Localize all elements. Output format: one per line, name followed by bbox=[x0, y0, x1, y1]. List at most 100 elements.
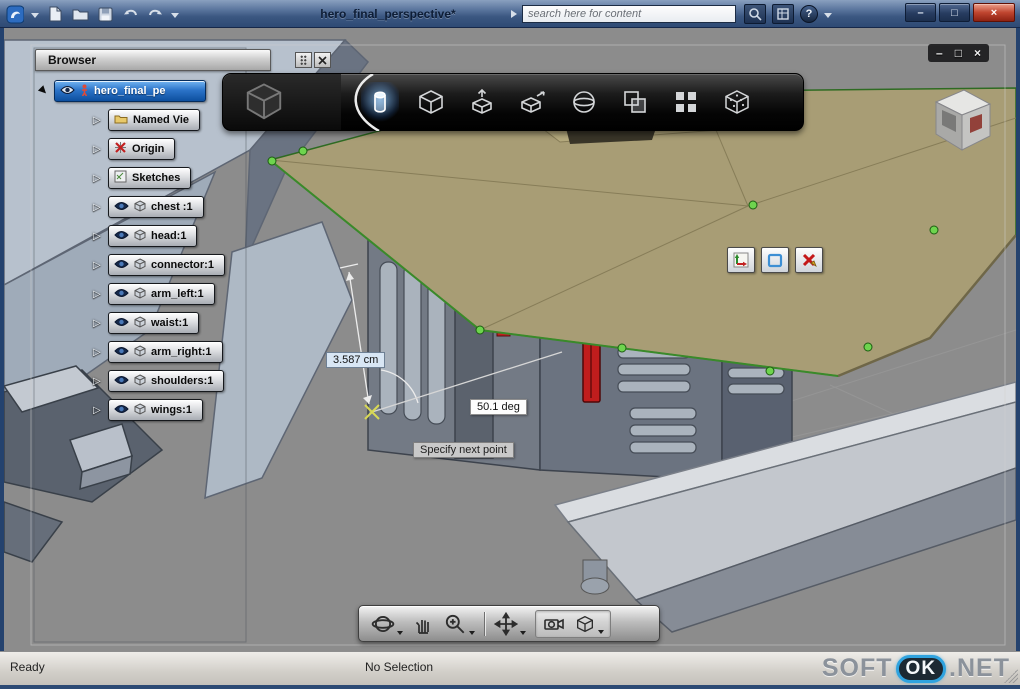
combine-tool-button[interactable] bbox=[616, 82, 654, 122]
app-menu-dropdown-icon[interactable] bbox=[31, 12, 39, 18]
eye-icon[interactable] bbox=[114, 259, 129, 272]
expand-arrow-icon[interactable]: ▷ bbox=[93, 347, 103, 358]
finish-sketch-button[interactable] bbox=[795, 247, 823, 273]
expand-arrow-icon[interactable]: ▷ bbox=[93, 405, 103, 416]
expand-arrow-icon[interactable]: ▷ bbox=[93, 144, 103, 155]
expand-arrow-icon[interactable]: ▷ bbox=[93, 173, 103, 184]
expand-arrow-icon[interactable]: ▷ bbox=[93, 260, 103, 271]
help-dropdown-icon[interactable] bbox=[824, 12, 832, 18]
search-input[interactable] bbox=[528, 8, 730, 20]
move-face-tool-button[interactable] bbox=[514, 82, 552, 122]
search-box[interactable] bbox=[522, 5, 736, 23]
doc-close-button[interactable]: × bbox=[974, 46, 981, 60]
eye-icon[interactable] bbox=[114, 288, 129, 301]
app-logo-icon[interactable] bbox=[6, 5, 24, 23]
eye-icon[interactable] bbox=[114, 404, 129, 417]
expand-arrow-icon[interactable]: ▷ bbox=[93, 289, 103, 300]
expand-arrow-icon[interactable]: ▷ bbox=[93, 231, 103, 242]
toolbox-cube-icon bbox=[246, 83, 282, 120]
edit-sketch-button[interactable] bbox=[727, 247, 755, 273]
box-primitive-tool-button[interactable] bbox=[412, 82, 450, 122]
navigation-bar bbox=[358, 605, 660, 642]
tree-row: ▷ connector:1 bbox=[39, 254, 225, 276]
cylinder-primitive-tool-button[interactable] bbox=[361, 82, 399, 122]
toolbar-options-dropdown-icon[interactable] bbox=[171, 12, 179, 18]
browser-node-button[interactable]: chest :1 bbox=[108, 196, 204, 218]
browser-node-root[interactable]: hero_final_pe bbox=[54, 80, 206, 102]
revolve-tool-button[interactable] bbox=[565, 82, 603, 122]
browser-panel-header[interactable]: Browser bbox=[35, 49, 271, 71]
help-button[interactable]: ? bbox=[800, 5, 818, 23]
content-search-button[interactable] bbox=[744, 4, 766, 24]
orbit-dropdown-icon[interactable] bbox=[397, 630, 403, 635]
titlebar: hero_final_perspective* ? – □ × bbox=[0, 0, 1020, 28]
figure-icon bbox=[80, 84, 89, 99]
cross-arrows-icon bbox=[494, 611, 518, 636]
browser-node-button[interactable]: shoulders:1 bbox=[108, 370, 225, 392]
browser-node-button[interactable]: Sketches bbox=[108, 167, 192, 189]
resize-grip[interactable] bbox=[1004, 669, 1018, 683]
browser-grip-handle[interactable] bbox=[295, 52, 312, 68]
tree-row: ▷ shoulders:1 bbox=[39, 370, 225, 392]
redo-icon[interactable] bbox=[146, 5, 164, 23]
browser-node-button[interactable]: arm_right:1 bbox=[108, 341, 223, 363]
move-view-dropdown-icon[interactable] bbox=[520, 630, 526, 635]
new-file-icon[interactable] bbox=[46, 5, 64, 23]
pan-tool-button[interactable] bbox=[412, 613, 434, 635]
browser-close-button[interactable] bbox=[314, 52, 331, 68]
expand-arrow-icon[interactable]: ▷ bbox=[93, 318, 103, 329]
browser-node-button[interactable]: wings:1 bbox=[108, 399, 203, 421]
toolbox-menu-button[interactable] bbox=[223, 74, 341, 130]
sketch-icon bbox=[114, 170, 127, 186]
move-face-tool-icon bbox=[521, 91, 545, 113]
browser-node-button[interactable]: Named Vie bbox=[108, 109, 201, 131]
angle-dimension-input[interactable]: 50.1 deg bbox=[470, 399, 527, 415]
part-icon bbox=[134, 315, 146, 331]
save-icon[interactable] bbox=[96, 5, 114, 23]
pattern-tool-button[interactable] bbox=[667, 82, 705, 122]
eye-icon[interactable] bbox=[114, 201, 129, 214]
maximize-button[interactable]: □ bbox=[939, 3, 970, 22]
sketch-plane-button[interactable] bbox=[761, 247, 789, 273]
browser-node-button[interactable]: connector:1 bbox=[108, 254, 225, 276]
expand-arrow-icon[interactable]: ▷ bbox=[93, 115, 103, 126]
content-library-button[interactable] bbox=[772, 4, 794, 24]
expand-arrow-icon[interactable]: ▷ bbox=[93, 202, 103, 213]
browser-node-button[interactable]: head:1 bbox=[108, 225, 198, 247]
eye-icon[interactable] bbox=[60, 85, 75, 98]
open-folder-icon[interactable] bbox=[71, 5, 89, 23]
material-cube-tool-icon bbox=[725, 90, 749, 114]
zoom-dropdown-icon[interactable] bbox=[469, 630, 475, 635]
node-label: Sketches bbox=[132, 172, 181, 184]
eye-icon[interactable] bbox=[114, 346, 129, 359]
node-label: connector:1 bbox=[151, 259, 214, 271]
eye-icon[interactable] bbox=[114, 317, 129, 330]
length-dimension-input[interactable]: 3.587 cm bbox=[326, 352, 386, 368]
eye-icon[interactable] bbox=[114, 375, 129, 388]
undo-icon[interactable] bbox=[121, 5, 139, 23]
browser-node-button[interactable]: Origin bbox=[108, 138, 176, 160]
minimize-button[interactable]: – bbox=[905, 3, 936, 22]
doc-minimize-button[interactable]: – bbox=[936, 46, 943, 60]
viewcube[interactable] bbox=[920, 80, 1002, 167]
zoom-tool-button[interactable] bbox=[443, 612, 475, 636]
part-icon bbox=[134, 402, 146, 418]
statusbar: Ready No Selection SOFT OK .NET bbox=[0, 651, 1020, 685]
tree-row: ▷ chest :1 bbox=[39, 196, 225, 218]
doc-restore-button[interactable]: □ bbox=[955, 46, 962, 60]
browser-node-button[interactable]: arm_left:1 bbox=[108, 283, 215, 305]
browser-node-button[interactable]: waist:1 bbox=[108, 312, 200, 334]
material-tool-button[interactable] bbox=[718, 82, 756, 122]
app-window: hero_final_perspective* ? – □ × bbox=[0, 0, 1020, 689]
collapse-arrow-icon[interactable]: ▶ bbox=[37, 84, 52, 99]
look-at-tool-button[interactable] bbox=[542, 613, 566, 635]
extrude-tool-button[interactable] bbox=[463, 82, 501, 122]
move-view-tool-button[interactable] bbox=[494, 611, 526, 636]
display-dropdown-icon[interactable] bbox=[598, 629, 604, 634]
search-expand-icon[interactable] bbox=[511, 10, 517, 18]
close-button[interactable]: × bbox=[973, 3, 1015, 22]
expand-arrow-icon[interactable]: ▷ bbox=[93, 376, 103, 387]
eye-icon[interactable] bbox=[114, 230, 129, 243]
display-style-tool-button[interactable] bbox=[574, 613, 604, 635]
orbit-tool-button[interactable] bbox=[371, 612, 403, 636]
